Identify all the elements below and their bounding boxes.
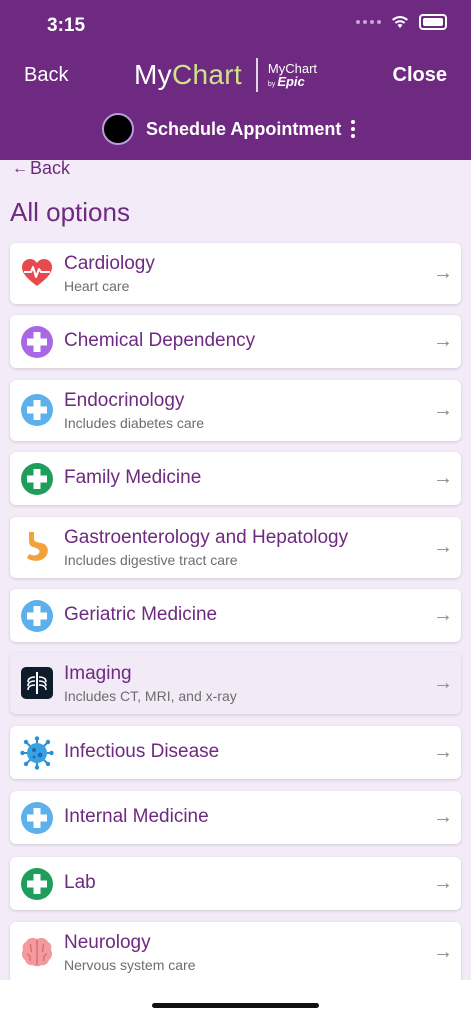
more-menu-icon[interactable] bbox=[351, 120, 356, 138]
page-title: Schedule Appointment bbox=[146, 118, 342, 139]
arrow-right-icon: → bbox=[433, 872, 453, 894]
option-card-neurology[interactable]: Neurology Nervous system care → bbox=[10, 922, 461, 983]
option-subtitle: Nervous system care bbox=[64, 957, 196, 973]
header-close-button[interactable]: Close bbox=[393, 64, 447, 87]
option-card-imaging[interactable]: Imaging Includes CT, MRI, and x-ray → bbox=[10, 653, 461, 714]
logo-my-text: My bbox=[134, 59, 172, 90]
option-card-endocrinology[interactable]: Endocrinology Includes diabetes care → bbox=[10, 380, 461, 441]
option-subtitle: Includes diabetes care bbox=[64, 415, 205, 431]
option-card-chemical-dependency[interactable]: Chemical Dependency → bbox=[10, 315, 461, 368]
arrow-right-icon: → bbox=[433, 941, 453, 963]
option-subtitle: Includes CT, MRI, and x-ray bbox=[64, 688, 237, 704]
option-subtitle: Includes digestive tract care bbox=[64, 552, 238, 568]
option-card-lab[interactable]: Lab → bbox=[10, 857, 461, 910]
wifi-icon bbox=[392, 16, 408, 28]
logo-divider bbox=[255, 58, 258, 92]
status-time: 3:15 bbox=[47, 15, 86, 36]
option-title: Internal Medicine bbox=[64, 806, 209, 827]
green-cross-icon bbox=[21, 868, 53, 900]
epic-logo: MyChart by Epic bbox=[267, 61, 318, 89]
app-header: 3:15 Back MyChart MyChart by Epic Close S… bbox=[0, 0, 471, 160]
option-title: Neurology bbox=[64, 932, 151, 953]
arrow-right-icon: → bbox=[433, 467, 453, 489]
option-title: Geriatric Medicine bbox=[64, 604, 218, 625]
xray-icon bbox=[21, 667, 53, 699]
battery-icon bbox=[419, 14, 447, 30]
option-title: Endocrinology bbox=[64, 390, 185, 411]
section-title: All options bbox=[10, 197, 130, 227]
option-card-geriatric-medicine[interactable]: Geriatric Medicine → bbox=[10, 589, 461, 642]
purple-cross-icon bbox=[21, 326, 53, 358]
arrow-right-icon: → bbox=[433, 399, 453, 421]
blue-cross-icon bbox=[21, 600, 53, 632]
option-subtitle: Heart care bbox=[64, 278, 130, 294]
option-card-family-medicine[interactable]: Family Medicine → bbox=[10, 452, 461, 505]
green-cross-icon bbox=[21, 463, 53, 495]
option-title: Imaging bbox=[64, 663, 132, 684]
arrow-right-icon: → bbox=[433, 741, 453, 763]
option-card-internal-medicine[interactable]: Internal Medicine → bbox=[10, 791, 461, 844]
back-link-label: Back bbox=[30, 158, 71, 178]
option-card-infectious-disease[interactable]: Infectious Disease → bbox=[10, 726, 461, 779]
option-card-gastroenterology[interactable]: Gastroenterology and Hepatology Includes… bbox=[10, 517, 461, 578]
virus-icon bbox=[20, 736, 54, 770]
option-title: Gastroenterology and Hepatology bbox=[64, 527, 349, 548]
logo-chart-text: Chart bbox=[171, 59, 242, 90]
back-link[interactable]: ← Back bbox=[12, 158, 70, 179]
blue-cross-icon bbox=[21, 394, 53, 426]
arrow-right-icon: → bbox=[433, 262, 453, 284]
stomach-icon bbox=[27, 532, 48, 561]
signal-icon bbox=[356, 20, 381, 24]
header-subtitle-bar: Schedule Appointment bbox=[102, 113, 356, 145]
bottom-bar bbox=[0, 980, 471, 1019]
brain-icon bbox=[21, 938, 53, 967]
option-card-cardiology[interactable]: Cardiology Heart care → bbox=[10, 243, 461, 304]
avatar[interactable] bbox=[102, 113, 134, 145]
arrow-right-icon: → bbox=[433, 806, 453, 828]
status-indicators bbox=[356, 14, 447, 30]
arrow-right-icon: → bbox=[433, 604, 453, 626]
option-title: Chemical Dependency bbox=[64, 330, 256, 351]
arrow-right-icon: → bbox=[433, 536, 453, 558]
option-title: Family Medicine bbox=[64, 467, 202, 488]
header-back-button[interactable]: Back bbox=[24, 64, 68, 87]
mychart-logo: MyChart MyChart by Epic bbox=[134, 58, 317, 92]
arrow-left-icon: ← bbox=[12, 159, 28, 177]
option-title: Lab bbox=[64, 872, 96, 893]
home-indicator[interactable] bbox=[152, 1003, 319, 1008]
arrow-right-icon: → bbox=[433, 672, 453, 694]
heart-rate-icon bbox=[22, 259, 52, 286]
option-title: Cardiology bbox=[64, 253, 155, 274]
option-title: Infectious Disease bbox=[64, 741, 220, 762]
blue-cross-icon bbox=[21, 802, 53, 834]
arrow-right-icon: → bbox=[433, 330, 453, 352]
